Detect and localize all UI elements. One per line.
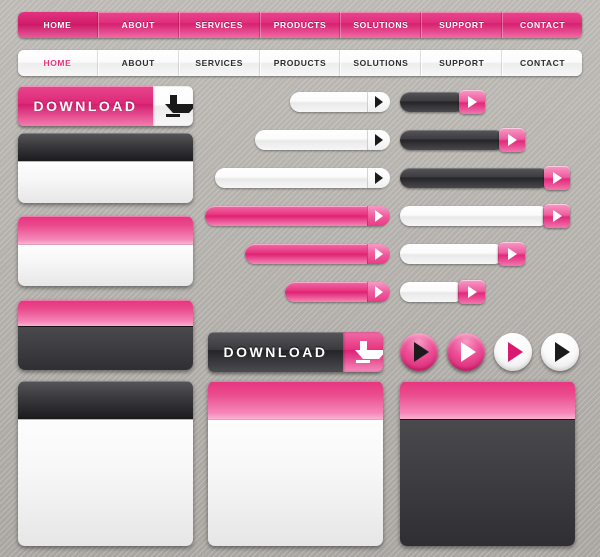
pill-bar-pinkbar-3[interactable] <box>205 206 390 226</box>
nav-item-contact[interactable]: CONTACT <box>502 12 582 38</box>
pill-bar-row <box>200 206 390 226</box>
secondary-navigation-bar[interactable]: HOME ABOUT SERVICES PRODUCTS SOLUTIONS SUPPOR… <box>18 50 582 76</box>
pill-bar-body <box>400 206 549 226</box>
panel-header <box>208 381 383 419</box>
pill-bar-group-right <box>400 90 590 320</box>
play-triangle-icon[interactable] <box>459 90 485 114</box>
pill-bar-darkbar-1[interactable] <box>400 128 525 152</box>
pill-bar-white-0[interactable] <box>290 92 390 112</box>
play-triangle-icon[interactable] <box>498 242 525 266</box>
pill-bar-darkbar-2[interactable] <box>400 166 570 190</box>
panel-header <box>18 133 193 161</box>
nav-item-services[interactable]: SERVICES <box>178 12 260 38</box>
nav-item-home[interactable]: HOME <box>18 12 98 38</box>
play-triangle-icon[interactable] <box>499 128 525 152</box>
pill-bar-body <box>400 92 465 112</box>
pill-bar-body <box>400 244 504 264</box>
pill-bar-body <box>400 168 550 188</box>
panel-header <box>18 381 193 419</box>
pill-bar-body <box>205 206 389 226</box>
play-triangle-icon[interactable] <box>367 244 390 264</box>
pill-bar-body <box>215 168 389 188</box>
play-triangle-icon[interactable] <box>367 282 390 302</box>
panel-body <box>18 419 193 546</box>
pill-bar-row <box>200 244 390 264</box>
nav-item-solutions[interactable]: SOLUTIONS <box>340 50 422 76</box>
panel-body <box>18 161 193 203</box>
nav-item-services[interactable]: SERVICES <box>178 50 260 76</box>
play-button-white-dark-arrow[interactable] <box>541 333 579 371</box>
play-triangle-icon <box>554 342 570 362</box>
pill-bar-white-3[interactable] <box>400 204 570 228</box>
panel-pink-header-light-body[interactable] <box>18 216 193 286</box>
play-button-pink-dark-arrow[interactable] <box>400 333 438 371</box>
panel-header <box>400 381 575 419</box>
nav-item-support[interactable]: SUPPORT <box>421 50 503 76</box>
pill-bar-body <box>400 130 505 150</box>
play-triangle-icon[interactable] <box>458 280 485 304</box>
ui-kit-canvas: HOME ABOUT SERVICES PRODUCTS SOLUTIONS SUPPOR… <box>0 0 600 557</box>
play-triangle-icon <box>507 342 523 362</box>
pill-bar-row <box>200 130 390 150</box>
download-button-label: DOWNLOAD <box>208 332 343 372</box>
pill-bar-row <box>200 92 390 112</box>
panel-body <box>400 419 575 546</box>
panel-body <box>18 244 193 286</box>
pill-bar-body <box>400 282 464 302</box>
pill-bar-white-1[interactable] <box>255 130 390 150</box>
download-arrow-icon <box>343 332 383 372</box>
panel-body <box>18 326 193 370</box>
panel-dark-header-light-body-large[interactable] <box>18 381 193 546</box>
play-triangle-icon[interactable] <box>367 92 390 112</box>
nav-item-products[interactable]: PRODUCTS <box>259 12 341 38</box>
play-triangle-icon[interactable] <box>367 168 390 188</box>
nav-item-solutions[interactable]: SOLUTIONS <box>340 12 422 38</box>
panel-pink-header-dark-body[interactable] <box>18 300 193 370</box>
play-button-white-pink-arrow[interactable] <box>494 333 532 371</box>
download-arrow-icon <box>153 86 193 126</box>
panel-pink-header-light-body-large[interactable] <box>208 381 383 546</box>
pill-bar-white-4[interactable] <box>400 242 525 266</box>
play-triangle-icon <box>460 342 476 362</box>
pill-bar-pinkbar-4[interactable] <box>245 244 390 264</box>
pill-bar-row <box>400 128 590 152</box>
nav-item-about[interactable]: ABOUT <box>97 12 179 38</box>
nav-item-contact[interactable]: CONTACT <box>502 50 582 76</box>
play-button-pink-white-arrow[interactable] <box>447 333 485 371</box>
pill-bar-row <box>400 90 590 114</box>
nav-item-about[interactable]: ABOUT <box>97 50 179 76</box>
play-button-group <box>400 333 585 371</box>
panel-body <box>208 419 383 546</box>
pill-bar-white-2[interactable] <box>215 168 390 188</box>
download-button-dark[interactable]: DOWNLOAD <box>208 332 383 372</box>
nav-item-home[interactable]: HOME <box>18 50 98 76</box>
pill-bar-white-5[interactable] <box>400 280 485 304</box>
primary-navigation-bar[interactable]: HOME ABOUT SERVICES PRODUCTS SOLUTIONS SUPPOR… <box>18 12 582 38</box>
pill-bar-row <box>200 282 390 302</box>
pill-bar-pinkbar-5[interactable] <box>285 282 390 302</box>
nav-item-support[interactable]: SUPPORT <box>421 12 503 38</box>
play-triangle-icon[interactable] <box>544 166 570 190</box>
play-triangle-icon[interactable] <box>367 130 390 150</box>
panel-header <box>18 216 193 244</box>
pill-bar-darkbar-0[interactable] <box>400 90 485 114</box>
pill-bar-row <box>400 166 590 190</box>
play-triangle-icon[interactable] <box>543 204 570 228</box>
pill-bar-group-left <box>200 92 390 320</box>
pill-bar-row <box>200 168 390 188</box>
play-triangle-icon <box>413 342 429 362</box>
panel-pink-header-dark-body-large[interactable] <box>400 381 575 546</box>
panel-header <box>18 300 193 326</box>
pill-bar-row <box>400 242 590 266</box>
nav-item-products[interactable]: PRODUCTS <box>259 50 341 76</box>
play-triangle-icon[interactable] <box>367 206 390 226</box>
panel-dark-header-light-body[interactable] <box>18 133 193 203</box>
download-button-label: DOWNLOAD <box>18 86 153 126</box>
pill-bar-row <box>400 280 590 304</box>
pill-bar-row <box>400 204 590 228</box>
download-button-pink[interactable]: DOWNLOAD <box>18 86 193 126</box>
